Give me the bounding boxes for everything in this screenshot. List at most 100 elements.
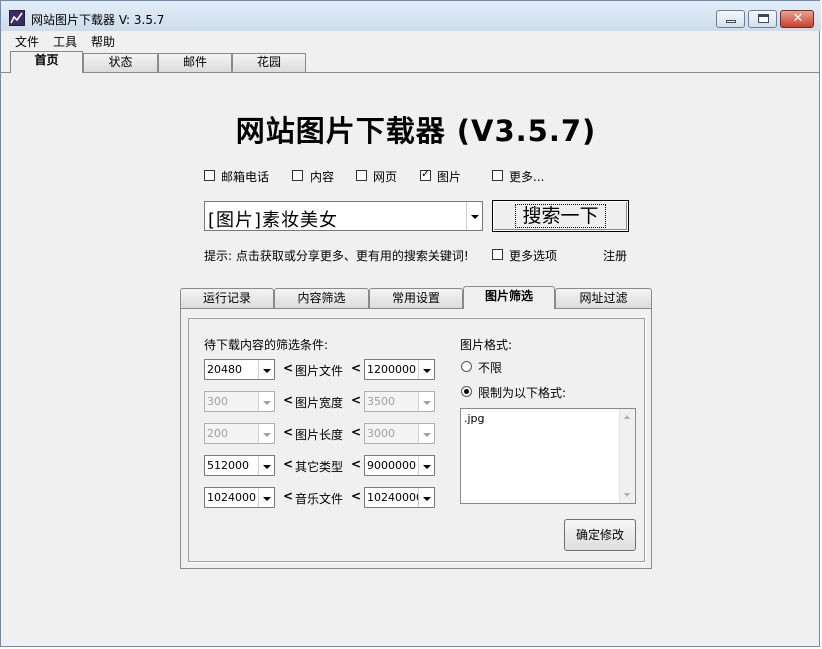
search-button[interactable]: 搜索一下 [492, 200, 629, 232]
search-combobox[interactable]: [图片]素妆美女 [204, 201, 483, 231]
vertical-scrollbar[interactable] [619, 409, 635, 503]
filter-min-value: 20480 [207, 363, 242, 376]
filter-label-image-height: 图片长度 [295, 428, 344, 442]
close-button[interactable]: ✕ [780, 10, 814, 28]
format-label: 图片格式: [460, 338, 513, 352]
checkbox-more[interactable] [492, 170, 503, 181]
scroll-up-icon[interactable] [624, 415, 630, 419]
radio-unlimited[interactable] [461, 361, 472, 372]
filter-min-other-type[interactable]: 512000 [204, 455, 275, 476]
filter-min-image-file[interactable]: 20480 [204, 359, 275, 380]
search-input-value: [图片]素妆美女 [208, 210, 339, 231]
filter-min-value: 512000 [207, 459, 249, 472]
app-logo-icon [9, 10, 25, 26]
checkbox-email-phone[interactable] [204, 170, 215, 181]
filter-label-image-width: 图片宽度 [295, 396, 344, 410]
filter-label-music-file: 音乐文件 [295, 492, 344, 506]
checkbox-webpage[interactable] [356, 170, 367, 181]
filter-max-image-height[interactable]: 3000 [364, 423, 435, 444]
tab-url-filter[interactable]: 网址过滤 [555, 288, 652, 308]
menu-help[interactable]: 帮助 [91, 33, 115, 50]
filter-max-other-type[interactable]: 9000000 [364, 455, 435, 476]
radio-unlimited-label: 不限 [478, 361, 503, 375]
filter-section-label: 待下载内容的筛选条件: [204, 338, 329, 352]
tab-garden[interactable]: 花园 [232, 53, 306, 72]
register-link[interactable]: 注册 [603, 247, 627, 264]
app-window: 网站图片下载器 V: 3.5.7 ✕ 文件 工具 帮助 首页 状态 邮件 花园 … [0, 0, 821, 647]
format-list-text: .jpg [464, 412, 485, 425]
less-than-symbol: < [351, 393, 362, 407]
radio-restrict-formats-label: 限制为以下格式: [478, 386, 567, 400]
tab-common-settings[interactable]: 常用设置 [369, 288, 463, 308]
checkbox-email-phone-label: 邮箱电话 [221, 170, 270, 184]
maximize-button[interactable] [748, 10, 777, 28]
filter-max-image-file[interactable]: 1200000 [364, 359, 435, 380]
chevron-down-icon[interactable] [258, 360, 274, 379]
chevron-down-icon[interactable] [418, 360, 434, 379]
chevron-down-icon[interactable] [466, 202, 482, 230]
less-than-symbol: < [283, 361, 294, 375]
chevron-down-icon[interactable] [418, 424, 434, 443]
tab-mail[interactable]: 邮件 [158, 53, 232, 72]
tab-run-log[interactable]: 运行记录 [180, 288, 274, 308]
checkbox-content[interactable] [292, 170, 303, 181]
checkbox-image-label: 图片 [437, 170, 462, 184]
less-than-symbol: < [283, 457, 294, 471]
menu-bar: 文件 工具 帮助 [1, 31, 819, 49]
format-list-textarea[interactable]: .jpg [460, 408, 636, 504]
chevron-down-icon[interactable] [258, 424, 274, 443]
less-than-symbol: < [351, 425, 362, 439]
chevron-down-icon[interactable] [258, 488, 274, 507]
close-icon: ✕ [792, 11, 804, 26]
menu-file[interactable]: 文件 [15, 33, 39, 50]
checkbox-more-options[interactable] [492, 249, 503, 260]
filter-max-value: 1200000 [367, 363, 416, 376]
filter-max-music-file[interactable]: 10240000 [364, 487, 435, 508]
chevron-down-icon[interactable] [418, 456, 434, 475]
filter-max-value: 3000 [367, 427, 395, 440]
title-bar[interactable]: 网站图片下载器 V: 3.5.7 ✕ [1, 1, 821, 31]
filter-min-value: 300 [207, 395, 228, 408]
search-button-label: 搜索一下 [515, 204, 606, 228]
checkbox-content-label: 内容 [310, 170, 335, 184]
less-than-symbol: < [283, 393, 294, 407]
scroll-down-icon[interactable] [624, 493, 630, 497]
filter-label-other-type: 其它类型 [295, 460, 344, 474]
chevron-down-icon[interactable] [418, 488, 434, 507]
radio-restrict-formats[interactable] [461, 386, 472, 397]
tab-content-filter[interactable]: 内容筛选 [274, 288, 369, 308]
minimize-button[interactable] [716, 10, 745, 28]
filter-max-value: 10240000 [367, 491, 423, 504]
window-title: 网站图片下载器 V: 3.5.7 [31, 13, 165, 27]
filter-min-value: 200 [207, 427, 228, 440]
less-than-symbol: < [351, 361, 362, 375]
minimize-icon [726, 20, 736, 23]
tab-home[interactable]: 首页 [10, 51, 83, 73]
hint-text[interactable]: 提示: 点击获取或分享更多、更有用的搜索关键词! [204, 247, 469, 264]
filter-min-value: 1024000 [207, 491, 256, 504]
less-than-symbol: < [283, 489, 294, 503]
filter-min-image-width[interactable]: 300 [204, 391, 275, 412]
chevron-down-icon[interactable] [258, 392, 274, 411]
page-title: 网站图片下载器 (V3.5.7) [235, 114, 597, 148]
checkbox-image[interactable] [420, 167, 431, 181]
confirm-changes-button[interactable]: 确定修改 [564, 519, 636, 551]
tab-status[interactable]: 状态 [83, 53, 158, 72]
checkbox-webpage-label: 网页 [373, 170, 398, 184]
filter-min-image-height[interactable]: 200 [204, 423, 275, 444]
chevron-down-icon[interactable] [418, 392, 434, 411]
less-than-symbol: < [283, 425, 294, 439]
less-than-symbol: < [351, 457, 362, 471]
filter-max-image-width[interactable]: 3500 [364, 391, 435, 412]
filter-max-value: 3500 [367, 395, 395, 408]
maximize-icon [758, 14, 769, 23]
less-than-symbol: < [351, 489, 362, 503]
menu-tools[interactable]: 工具 [53, 33, 77, 50]
tab-image-filter[interactable]: 图片筛选 [463, 286, 555, 309]
filter-min-music-file[interactable]: 1024000 [204, 487, 275, 508]
chevron-down-icon[interactable] [258, 456, 274, 475]
filter-max-value: 9000000 [367, 459, 416, 472]
filter-label-image-file: 图片文件 [295, 364, 344, 378]
checkbox-more-options-label: 更多选项 [509, 249, 558, 263]
checkbox-more-label: 更多... [509, 170, 545, 184]
